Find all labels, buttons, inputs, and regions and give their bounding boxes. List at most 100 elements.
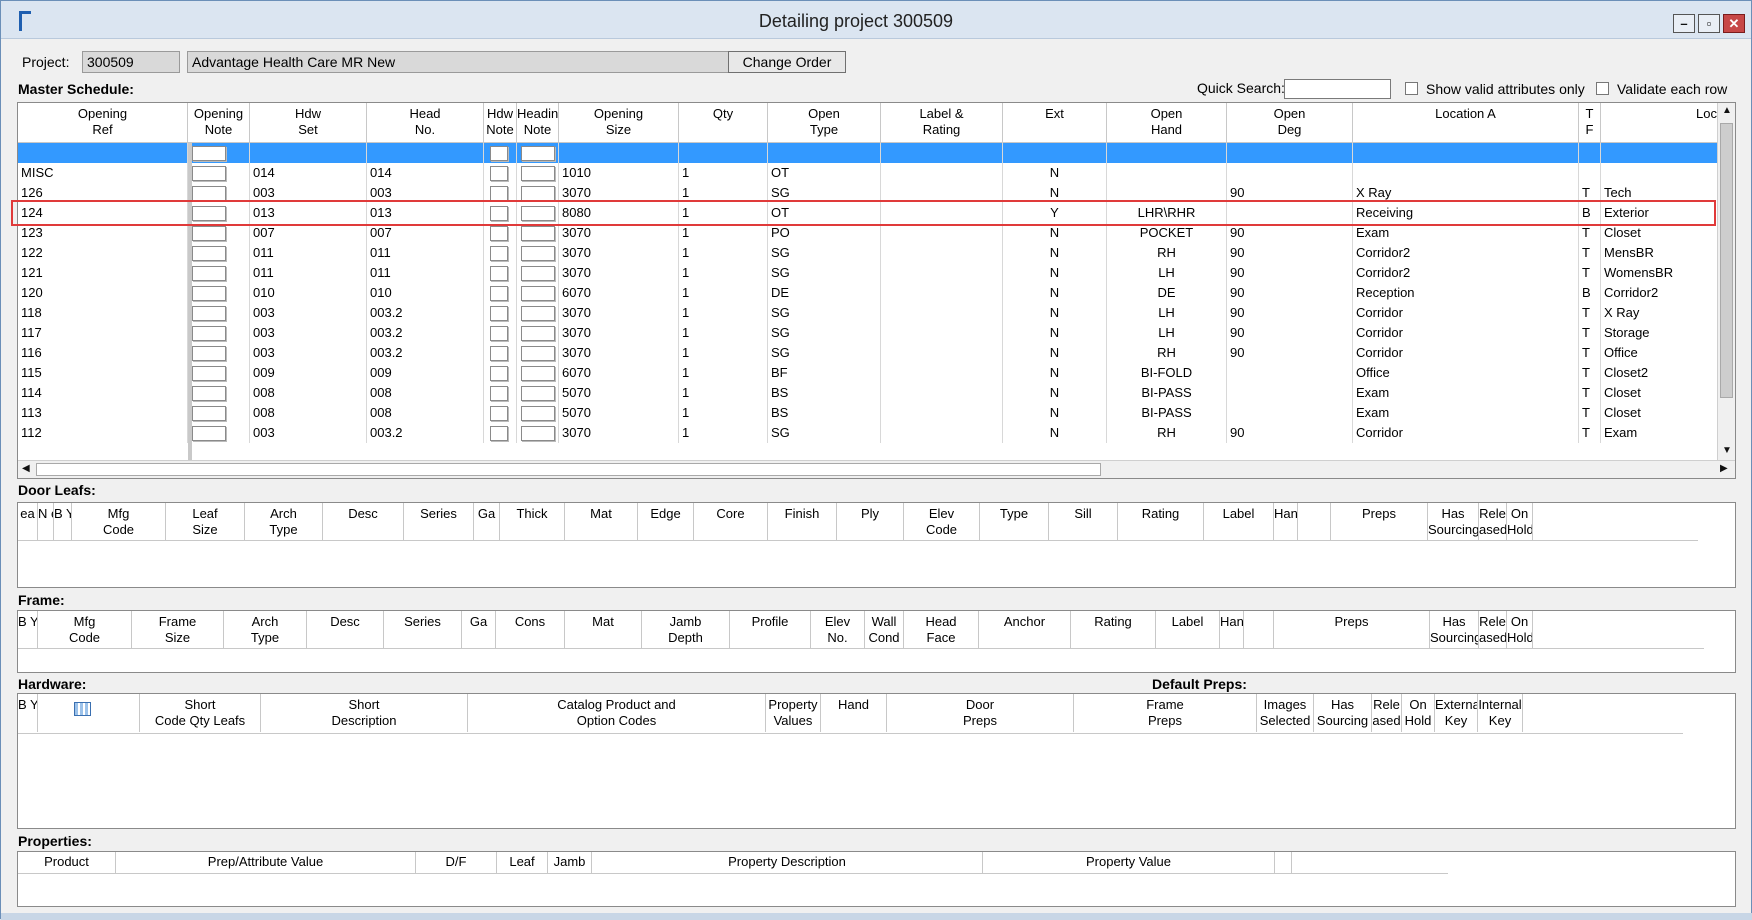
col-header-byo[interactable]: B Y O [54,503,72,541]
column-splitter[interactable] [188,143,192,461]
table-cell[interactable]: 003 [250,343,367,363]
table-cell[interactable] [188,243,250,263]
table-cell[interactable] [517,363,559,383]
col-header-hdw-set[interactable]: Hdw Set [250,103,367,143]
table-cell[interactable]: T [1579,343,1601,363]
table-cell[interactable]: 1010 [559,163,679,183]
table-cell[interactable] [768,143,881,163]
table-cell[interactable]: Exterior [1601,203,1718,223]
col-header-jamb-depth[interactable]: Jamb Depth [642,611,730,649]
table-cell[interactable]: 90 [1227,183,1353,203]
note-icon[interactable] [521,346,555,361]
col-header-hand[interactable]: Hand [1274,503,1298,541]
note-icon[interactable] [192,146,226,161]
table-cell[interactable]: 1 [679,183,768,203]
col-header-edge[interactable]: Edge [638,503,694,541]
col-header-tf[interactable]: TF [1579,103,1601,143]
table-cell[interactable]: 008 [367,383,484,403]
table-cell[interactable]: DE [768,283,881,303]
col-header-byo[interactable]: B Y O [18,694,38,732]
col-header-hdw-note[interactable]: Hdw Note [484,103,517,143]
col-header-property-values[interactable]: Property Values [766,694,821,732]
table-cell[interactable]: 126 [18,183,188,203]
table-cell[interactable]: 117 [18,323,188,343]
col-header-frame-preps[interactable]: Frame Preps [1074,694,1257,732]
table-cell[interactable]: Storage [1601,323,1718,343]
note-icon[interactable] [192,266,226,281]
table-cell[interactable]: 009 [250,363,367,383]
table-cell[interactable]: 003.2 [367,303,484,323]
table-cell[interactable] [679,143,768,163]
table-cell[interactable]: Closet [1601,223,1718,243]
col-header-released[interactable]: Rele ased [1479,503,1507,541]
note-icon[interactable] [490,186,508,201]
table-cell[interactable]: N [1003,223,1107,243]
col-header-has-sourcing[interactable]: Has Sourcing [1314,694,1372,732]
close-button[interactable]: ✕ [1723,14,1745,33]
table-cell[interactable] [517,283,559,303]
col-header-location-b[interactable]: Loc [1601,103,1718,143]
table-cell[interactable]: 120 [18,283,188,303]
table-cell[interactable]: PO [768,223,881,243]
table-cell[interactable] [517,323,559,343]
table-cell[interactable]: BI-FOLD [1107,363,1227,383]
table-row[interactable]: 124 013 013 8080 1 OT Y LHR\RHR Receiving B Exteri… [18,203,1718,223]
col-header-head-no[interactable]: Head No. [367,103,484,143]
col-header-frame-size[interactable]: Frame Size [132,611,224,649]
table-cell[interactable]: T [1579,263,1601,283]
note-icon[interactable] [490,226,508,241]
col-header-on-hold[interactable]: On Hold [1402,694,1435,732]
table-cell[interactable] [188,203,250,223]
table-cell[interactable] [188,163,250,183]
table-cell[interactable]: Closet [1601,403,1718,423]
grid-icon[interactable] [74,702,91,716]
table-row[interactable]: 123 007 007 3070 1 PO N POCKET 90 Exam T Closet [18,223,1718,243]
table-cell[interactable]: 011 [367,263,484,283]
table-cell[interactable] [367,143,484,163]
table-cell[interactable]: 010 [367,283,484,303]
table-cell[interactable] [517,423,559,443]
scroll-up-arrow-icon[interactable]: ▲ [1722,105,1732,116]
col-header-property-value[interactable]: Property Value [983,852,1275,874]
col-header-on-hold[interactable]: On Hold [1507,611,1533,649]
table-cell[interactable]: 1 [679,163,768,183]
table-cell[interactable] [188,403,250,423]
table-cell[interactable] [484,283,517,303]
table-cell[interactable] [250,143,367,163]
col-header-released[interactable]: Rele ased [1372,694,1402,732]
note-icon[interactable] [192,246,226,261]
table-cell[interactable]: 003 [250,423,367,443]
table-cell[interactable]: SG [768,323,881,343]
table-cell[interactable]: 90 [1227,263,1353,283]
col-header-profile[interactable]: Profile [730,611,811,649]
table-cell[interactable] [188,323,250,343]
table-cell[interactable] [1601,163,1718,183]
table-cell[interactable]: 014 [250,163,367,183]
col-header-internal-key[interactable]: Internal Key [1478,694,1523,732]
table-cell[interactable]: T [1579,303,1601,323]
note-icon[interactable] [521,326,555,341]
table-cell[interactable]: 011 [250,243,367,263]
note-icon[interactable] [490,406,508,421]
col-header-desc[interactable]: Desc [307,611,384,649]
table-cell[interactable] [18,143,188,163]
note-icon[interactable] [521,186,555,201]
table-cell[interactable]: Office [1353,363,1579,383]
table-cell[interactable]: N [1003,263,1107,283]
table-cell[interactable] [484,223,517,243]
table-cell[interactable] [1353,143,1579,163]
table-cell[interactable] [484,203,517,223]
table-cell[interactable]: N [1003,283,1107,303]
note-icon[interactable] [490,306,508,321]
table-cell[interactable]: 013 [250,203,367,223]
col-header-series[interactable]: Series [404,503,474,541]
table-cell[interactable]: POCKET [1107,223,1227,243]
note-icon[interactable] [192,346,226,361]
table-cell[interactable] [881,303,1003,323]
table-cell[interactable]: 1 [679,203,768,223]
table-cell[interactable] [188,283,250,303]
note-icon[interactable] [490,146,508,161]
table-cell[interactable]: 003 [250,323,367,343]
note-icon[interactable] [192,426,226,441]
note-icon[interactable] [490,206,508,221]
